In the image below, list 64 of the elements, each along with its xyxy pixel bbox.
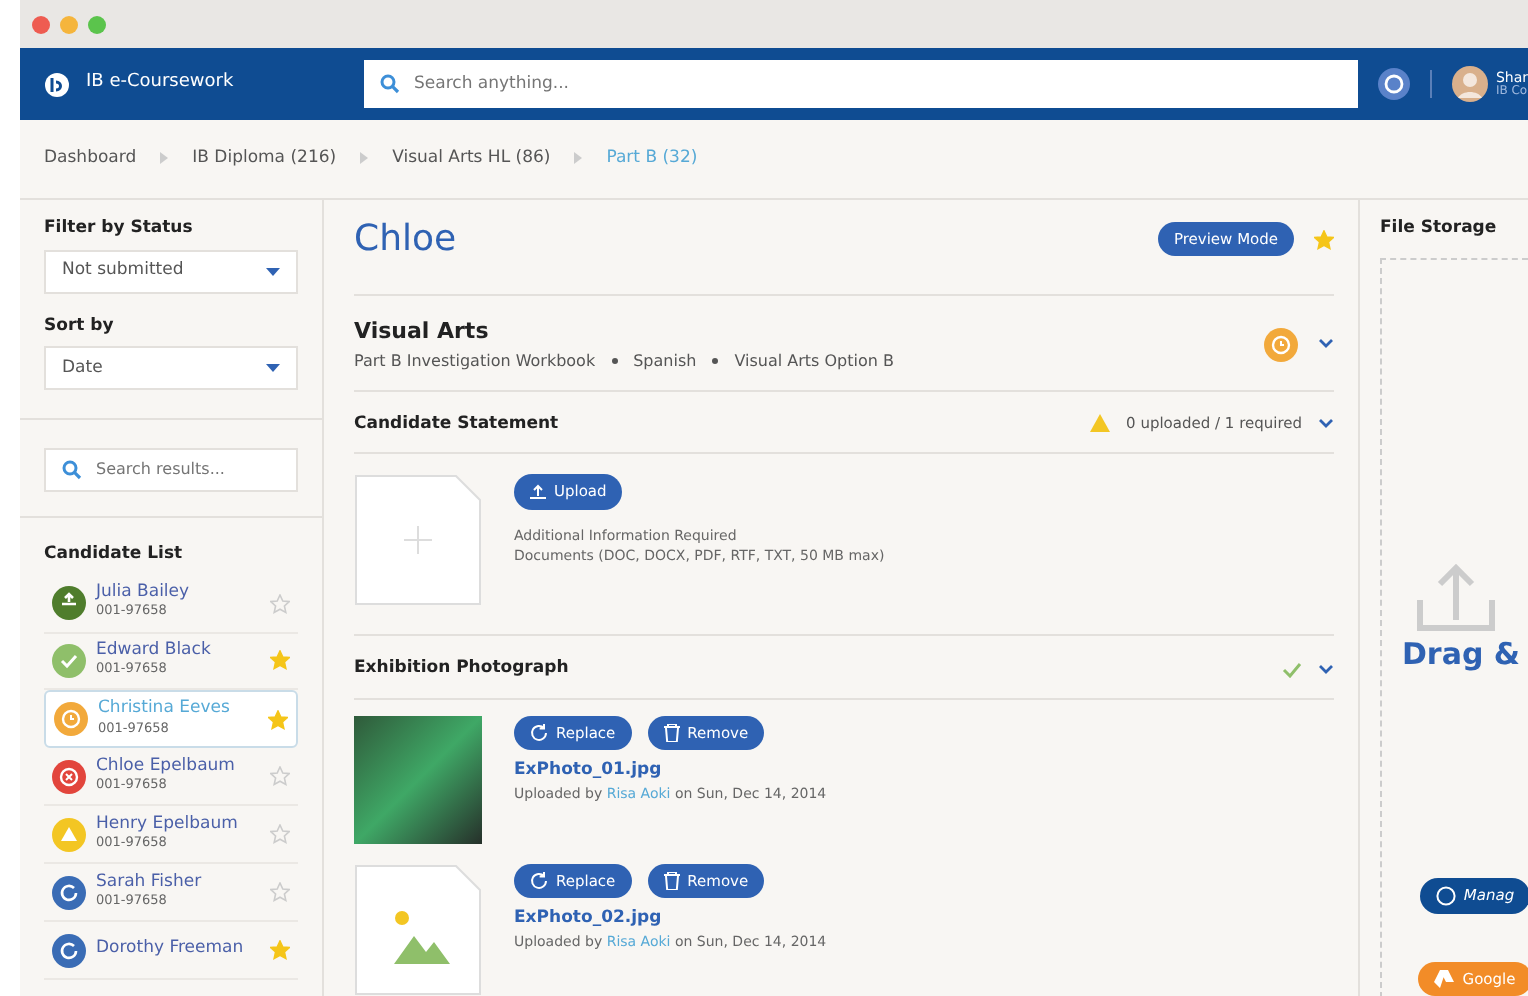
refresh-icon (530, 724, 548, 743)
candidate-name: Chloe Epelbaum (96, 757, 237, 777)
candidate-name: Christina Eeves (98, 700, 232, 720)
file-link[interactable]: ExPhoto_02.jpg (514, 906, 827, 932)
dropdown[interactable]: Not submitted (44, 249, 298, 294)
upload-icon (530, 483, 546, 500)
subject-detail: Part B Investigation Workbook (354, 349, 596, 373)
subject-detail: Visual Arts Option B (734, 349, 894, 373)
star-icon[interactable] (1314, 229, 1334, 249)
panel-title: File Storage (1380, 216, 1499, 242)
search-field[interactable]: Search results... (44, 448, 298, 492)
breadcrumb-link[interactable]: Visual Arts HL (86) (392, 146, 551, 172)
section-title: Exhibition Photograph (354, 656, 571, 682)
chevron-right-icon (360, 151, 369, 164)
list-title: Candidate List (44, 541, 185, 568)
star-icon[interactable] (270, 882, 290, 903)
chevron-down-icon[interactable] (1318, 663, 1334, 676)
bullet-icon (712, 358, 719, 364)
check-icon (1282, 661, 1302, 678)
search-icon (380, 74, 400, 94)
candidate-name: Sarah Fisher (96, 873, 204, 892)
help-icon[interactable] (1377, 68, 1410, 100)
breadcrumb-link[interactable]: IB Diploma (216) (192, 146, 337, 172)
section-title: Candidate Statement (354, 411, 561, 437)
chevron-right-icon (160, 151, 169, 164)
star-icon[interactable] (268, 709, 288, 730)
star-icon[interactable] (270, 824, 290, 845)
filter-label: Sort by (44, 313, 116, 339)
chevron-right-icon (574, 151, 583, 164)
app-name: IB e-Coursework (86, 70, 234, 97)
upload-arrow-icon (1415, 559, 1495, 632)
blank-document-icon (354, 474, 482, 607)
candidate-name: Dorothy Freeman (96, 940, 246, 960)
logo-icon (44, 71, 70, 97)
candidate-name: Henry Epelbaum (96, 815, 240, 835)
subject-detail: Spanish (633, 349, 697, 373)
photo-placeholder (354, 716, 482, 844)
star-icon[interactable] (270, 766, 290, 787)
star-icon[interactable] (270, 650, 290, 671)
dropdown[interactable]: Date (44, 346, 298, 391)
refresh-icon (530, 872, 548, 891)
candidate-name: Julia Bailey (96, 584, 192, 603)
file-link[interactable]: ExPhoto_01.jpg (514, 758, 827, 784)
bullet-icon (611, 358, 618, 364)
subject-title: Visual Arts (354, 316, 491, 348)
warning-icon (1090, 414, 1111, 433)
candidate-item[interactable]: Dorothy Freeman (44, 922, 298, 980)
chevron-down-icon[interactable] (1318, 417, 1334, 430)
trash-icon (663, 872, 680, 891)
breadcrumb-link[interactable]: Dashboard (44, 146, 137, 172)
drop-title: Drag & (1401, 633, 1520, 676)
trash-icon (663, 724, 680, 743)
filter-label: Filter by Status (44, 216, 195, 242)
search-icon (62, 459, 82, 480)
clock-icon (1264, 327, 1298, 362)
caret-down-icon (266, 267, 280, 276)
search-field[interactable]: Search anything... (364, 60, 1358, 108)
candidate-name: Edward Black (96, 641, 213, 661)
star-icon[interactable] (270, 940, 290, 961)
avatar-icon[interactable] (1451, 66, 1488, 102)
candidate-name: Chloe (354, 216, 459, 264)
caret-down-icon (266, 364, 280, 373)
chevron-down-icon[interactable] (1318, 338, 1334, 351)
star-icon[interactable] (270, 593, 290, 614)
